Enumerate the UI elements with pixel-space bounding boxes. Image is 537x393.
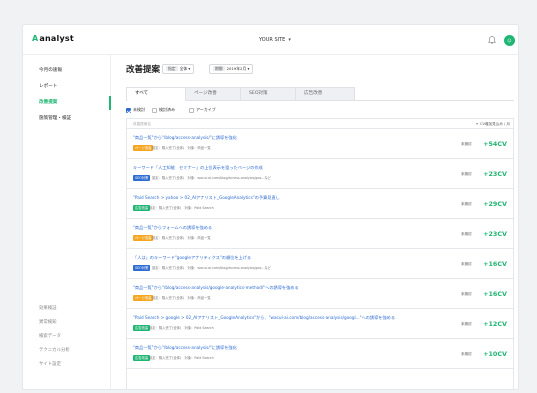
site-selector[interactable]: YOUR SITE ▾: [259, 37, 291, 43]
status-label: 未検討: [461, 232, 472, 236]
period-filter-label: 期間: [213, 66, 225, 71]
proposal-title[interactable]: "商品一覧"から"/blog/access-analysis/"に誘導を強化: [133, 345, 468, 351]
proposal-title[interactable]: "商品一覧"から"/blog/access-analysis/google-an…: [133, 285, 468, 291]
table-row[interactable]: 「人は」のキーワード"googleアナリティクス"の順位を上げる SEO対策 設定：…: [127, 249, 513, 279]
cv-value: +23CV: [483, 230, 507, 238]
sidebar-item-improvement[interactable]: 改善提案: [39, 99, 57, 105]
table-row[interactable]: "商品一覧"から"/blog/access-analysis/"に誘導を強化 広告…: [127, 339, 513, 369]
filter-unreviewed[interactable]: 未検討: [126, 107, 145, 113]
app-window: Aanalyst YOUR SITE ▾ ☺ 今月の速報 レポート 改善提案 施策…: [22, 24, 519, 390]
cv-value: +16CV: [483, 290, 507, 298]
cv-value: +12CV: [483, 320, 507, 328]
proposal-title[interactable]: キーワード「人工知能 セミナー」の上位表示を狙ったページの作成: [133, 165, 468, 171]
chevron-down-icon: ▾: [288, 37, 291, 43]
category-badge: ページ改善: [133, 295, 154, 301]
main-content: 改善提案 指定 全体 ▾ 期間 2019年2月 ▾ すべて ページ改善 SEO対策 …: [111, 55, 518, 389]
proposal-title[interactable]: "商品一覧"から"/blog/access-analysis/"に誘導を強化: [133, 135, 468, 141]
checkbox-checked-icon[interactable]: [126, 107, 131, 113]
top-header: Aanalyst YOUR SITE ▾ ☺: [23, 25, 518, 55]
sidebar-item-report[interactable]: レポート: [39, 83, 57, 89]
cv-value: +54CV: [483, 140, 507, 148]
category-badge: ページ改善: [133, 235, 154, 241]
status-label: 未検討: [461, 352, 472, 356]
column-header-name[interactable]: 改善提案名: [133, 122, 151, 127]
proposal-title[interactable]: "Paid Search > google > 02_AIアナリスト_Googl…: [133, 315, 468, 321]
sort-icon: ▾: [476, 122, 478, 126]
category-badge: ページ改善: [133, 145, 154, 151]
tab-seo[interactable]: SEO対策: [240, 87, 296, 100]
cv-value: +10CV: [483, 350, 507, 358]
table-row[interactable]: キーワード「人工知能 セミナー」の上位表示を狙ったページの作成 SEO対策 設定：購…: [127, 159, 513, 189]
status-label: 未検討: [461, 202, 472, 206]
cv-value: +16CV: [483, 260, 507, 268]
filter-archive[interactable]: アーカイブ: [189, 107, 216, 113]
logo-text: analyst: [39, 34, 74, 43]
logo-mark-icon: A: [32, 34, 39, 43]
checkbox-label: 検討済み: [159, 107, 175, 112]
table-header: 改善提案名 ▾ CV増加見込み / 月: [127, 119, 513, 129]
category-badge: 広告改善: [133, 325, 151, 331]
target-filter[interactable]: 指定 全体 ▾: [162, 64, 195, 74]
table-row[interactable]: "商品一覧"から"/blog/access-analysis/"に誘導を強化 ペー…: [127, 129, 513, 159]
sidebar-item-technical[interactable]: テクニカル分析: [39, 347, 70, 353]
period-filter[interactable]: 期間 2019年2月 ▾: [209, 64, 254, 74]
avatar[interactable]: ☺: [504, 35, 515, 46]
tab-all[interactable]: すべて: [126, 87, 186, 101]
target-filter-value: 全体: [179, 66, 188, 71]
cv-value: +23CV: [483, 170, 507, 178]
checkbox-icon[interactable]: [152, 107, 157, 113]
category-badge: 広告改善: [133, 205, 151, 211]
status-label: 未検討: [461, 142, 472, 146]
table-row[interactable]: "Paid Search > google > 02_AIアナリスト_Googl…: [127, 309, 513, 339]
checkbox-label: 未検討: [133, 107, 145, 112]
table-row[interactable]: "Paid Search > yahoo > 02_AIアナリスト_Google…: [127, 189, 513, 219]
page-title: 改善提案: [126, 65, 161, 75]
proposal-title[interactable]: "Paid Search > yahoo > 02_AIアナリスト_Google…: [133, 195, 468, 201]
proposal-meta: 設定：購入完了(全体) 対象：商品一覧: [152, 296, 211, 300]
proposal-table: 改善提案名 ▾ CV増加見込み / 月 "商品一覧"から"/blog/access…: [126, 118, 514, 389]
status-label: 未検討: [461, 322, 472, 326]
proposal-title[interactable]: "商品一覧"からフォームへの誘導を強める: [133, 225, 468, 231]
cv-value: +29CV: [483, 200, 507, 208]
table-row[interactable]: "商品一覧"から"/blog/access-analysis/google-an…: [127, 279, 513, 309]
notification-bell-icon[interactable]: [487, 35, 497, 45]
sidebar-item-anomaly[interactable]: 異常検知: [39, 319, 57, 325]
sidebar-item-site-settings[interactable]: サイト設定: [39, 361, 61, 367]
proposal-meta: 設定：購入完了(全体) 対象：商品一覧: [152, 146, 211, 150]
category-badge: 広告改善: [133, 355, 151, 361]
chevron-down-icon: ▾: [188, 66, 191, 71]
logo[interactable]: Aanalyst: [32, 34, 74, 43]
sidebar-item-monthly-report[interactable]: 今月の速報: [39, 67, 62, 73]
status-label: 未検討: [461, 262, 472, 266]
filter-reviewed[interactable]: 検討済み: [152, 107, 175, 113]
category-badge: SEO対策: [133, 265, 151, 271]
sidebar-item-search-data[interactable]: 検索データ: [39, 333, 61, 339]
proposal-meta: 設定：購入完了(全体) 対象：wacul-ai.com/blog/access-…: [152, 266, 272, 270]
proposal-title[interactable]: 「人は」のキーワード"googleアナリティクス"の順位を上げる: [133, 255, 468, 261]
sidebar-item-effect[interactable]: 効果検証: [39, 305, 57, 311]
category-badge: SEO対策: [133, 175, 151, 181]
table-body: "商品一覧"から"/blog/access-analysis/"に誘導を強化 ペー…: [127, 129, 513, 369]
sidebar-item-measures[interactable]: 施策管理・検証: [39, 115, 71, 121]
status-label: 未検討: [461, 292, 472, 296]
proposal-meta: 設定：購入完了(全体) 対象：Paid Search: [149, 356, 214, 360]
chevron-down-icon: ▾: [247, 66, 250, 71]
status-label: 未検討: [461, 172, 472, 176]
proposal-meta: 設定：購入完了(全体) 対象：Paid Search: [149, 206, 214, 210]
target-filter-label: 指定: [166, 66, 178, 71]
sidebar: 今月の速報 レポート 改善提案 施策管理・検証 効果検証 異常検知 検索データ …: [23, 55, 111, 389]
checkbox-icon[interactable]: [189, 107, 194, 113]
proposal-meta: 設定：購入完了(全体) 対象：wacul-ai.com/blog/access-…: [152, 176, 272, 180]
tab-ads[interactable]: 広告改善: [295, 87, 355, 100]
proposal-meta: 設定：購入完了(全体) 対象：商品一覧: [152, 236, 211, 240]
site-selector-label: YOUR SITE: [259, 37, 286, 43]
checkbox-label: アーカイブ: [196, 107, 216, 112]
period-filter-value: 2019年2月: [226, 66, 247, 71]
tab-page-improvement[interactable]: ページ改善: [185, 87, 241, 100]
column-header-cv[interactable]: ▾ CV増加見込み / 月: [476, 122, 510, 127]
proposal-meta: 設定：購入完了(全体) 対象：Paid Search: [149, 326, 214, 330]
table-row[interactable]: "商品一覧"からフォームへの誘導を強める ページ改善 設定：購入完了(全体) 対象：…: [127, 219, 513, 249]
